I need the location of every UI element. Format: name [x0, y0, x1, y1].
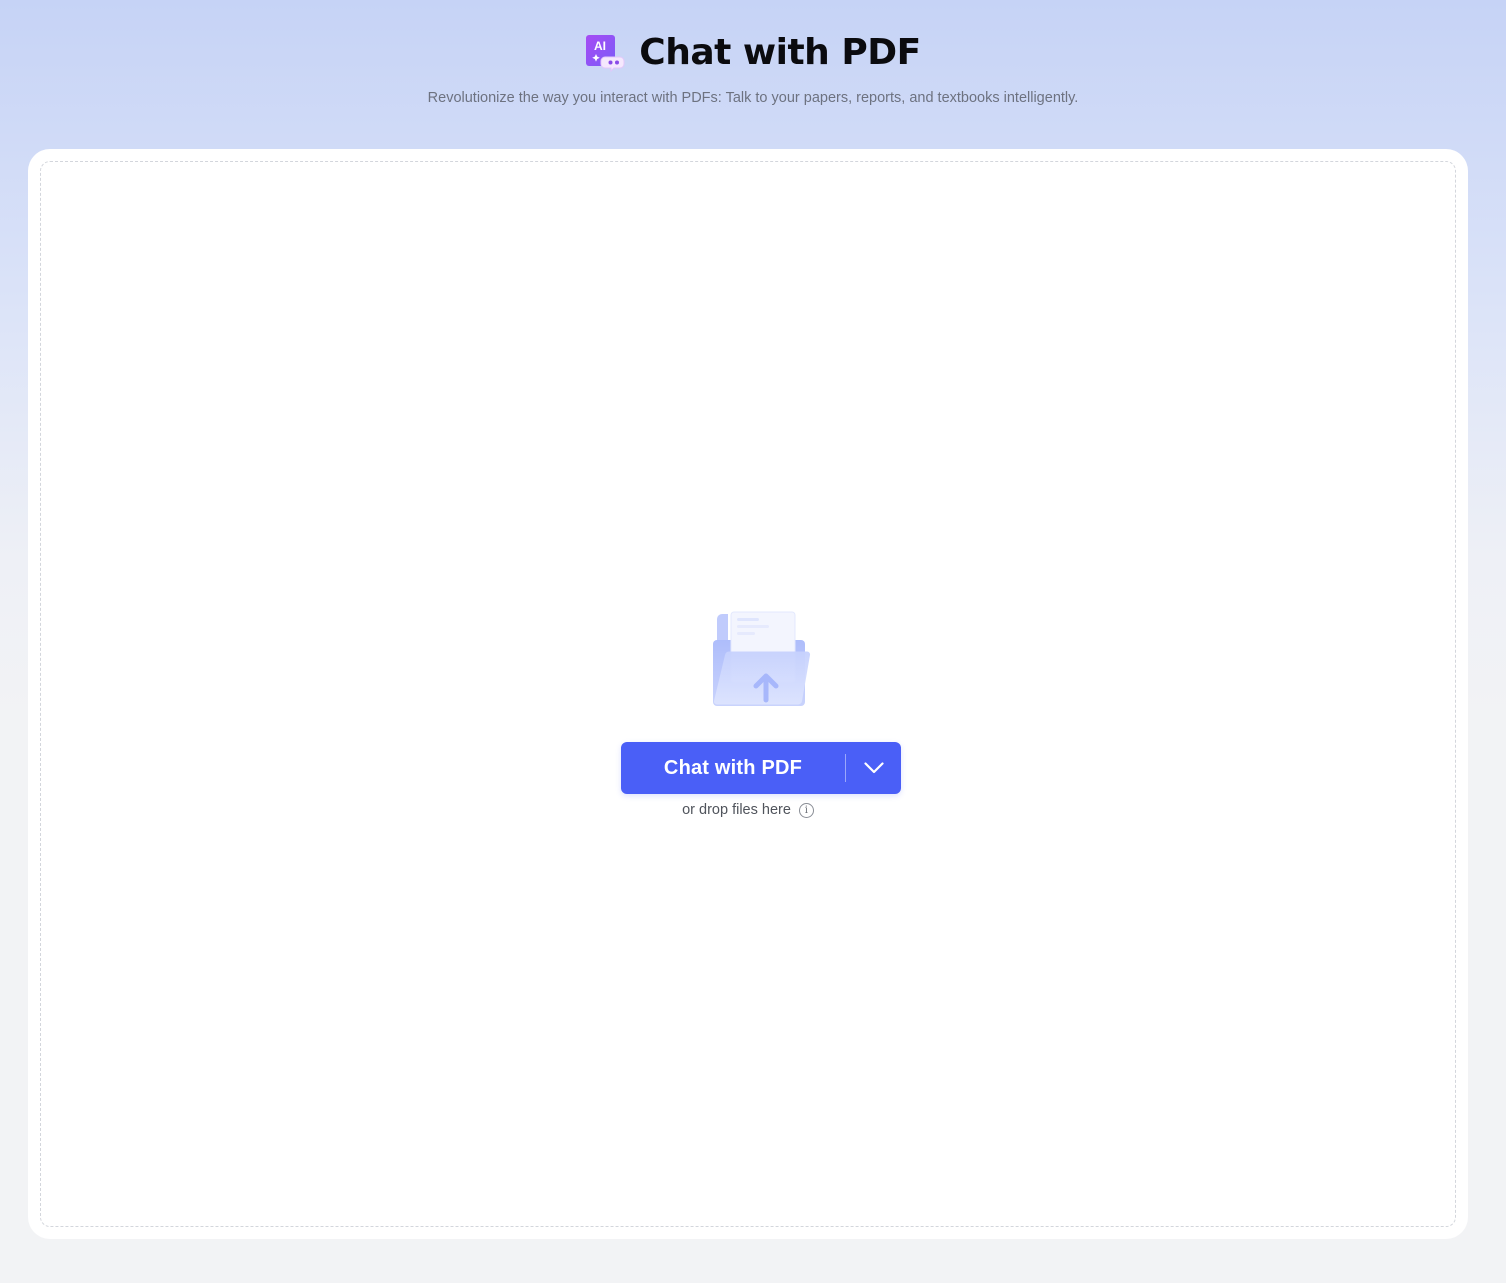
folder-upload-icon	[711, 609, 811, 709]
svg-text:AI: AI	[594, 39, 606, 53]
chevron-down-icon	[863, 762, 884, 774]
upload-options-dropdown-button[interactable]	[846, 742, 901, 794]
upload-card: Chat with PDF or drop files here i	[28, 149, 1468, 1239]
title-row: AI Chat with PDF	[0, 32, 1506, 73]
page-title: Chat with PDF	[639, 32, 921, 73]
chat-with-pdf-button[interactable]: Chat with PDF	[621, 742, 845, 794]
drop-hint-text: or drop files here	[682, 802, 791, 818]
drop-hint: or drop files here i	[41, 802, 1455, 818]
file-drop-zone[interactable]: Chat with PDF or drop files here i	[40, 161, 1456, 1227]
page-subtitle: Revolutionize the way you interact with …	[427, 90, 1079, 106]
ai-chat-pdf-logo-icon: AI	[585, 33, 625, 73]
info-icon[interactable]: i	[798, 802, 814, 818]
chat-with-pdf-split-button: Chat with PDF	[621, 742, 901, 794]
header: AI Chat with PDF Revolutionize the way y…	[0, 0, 1506, 140]
